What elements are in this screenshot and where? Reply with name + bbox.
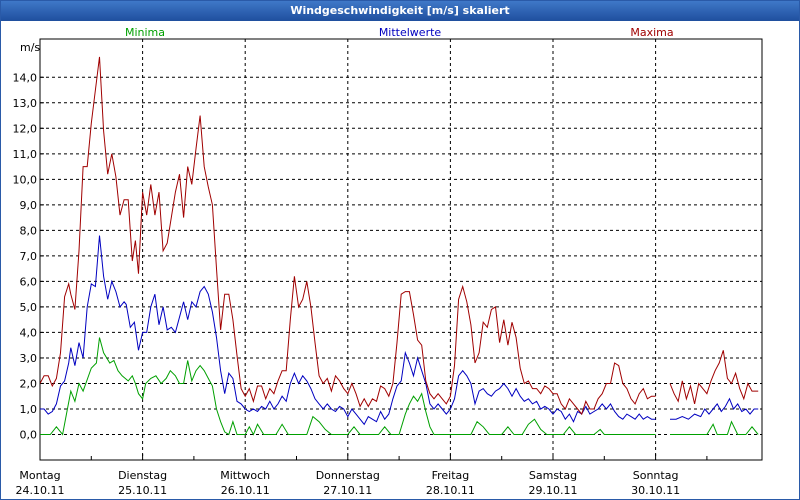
y-tick-label: 0,0 — [20, 428, 38, 441]
x-tick-date-label: 25.10.11 — [118, 484, 167, 497]
legend-minima: Minima — [125, 26, 165, 39]
x-tick-day-label: Sonntag — [633, 469, 679, 482]
grid — [40, 39, 762, 460]
series-line-maxima — [40, 56, 759, 416]
x-tick-date-label: 27.10.11 — [323, 484, 372, 497]
y-tick-label: 9,0 — [20, 199, 38, 212]
plot-area — [39, 38, 763, 461]
y-tick-label: 6,0 — [20, 275, 38, 288]
y-tick-label: 5,0 — [20, 301, 38, 314]
series-lines — [40, 56, 759, 436]
x-tick-day-label: Freitag — [432, 469, 470, 482]
y-tick-label: 7,0 — [20, 250, 38, 263]
legend-mittelwerte: Mittelwerte — [379, 26, 442, 39]
x-tick-day-label: Dienstag — [118, 469, 167, 482]
y-tick-label: 2,0 — [20, 377, 38, 390]
y-tick-label: 4,0 — [20, 326, 38, 339]
y-tick-label: 3,0 — [20, 352, 38, 365]
y-tick-label: 10,0 — [13, 173, 38, 186]
y-tick-label: 11,0 — [13, 148, 38, 161]
y-tick-label: 1,0 — [20, 403, 38, 416]
y-axis-label: m/s — [20, 41, 40, 54]
y-ticks: 0,0 1,0 2,0 3,0 4,0 5,0 6,0 7,0 8,0 9,0 10,0 11,0 12… — [13, 71, 44, 441]
y-tick-label: 12,0 — [13, 122, 38, 135]
series-line-mittelwerte — [40, 235, 759, 426]
chart-svg: m/s Minima Mittelwerte Maxima 0,0 1,0 2,0 3… — [13, 26, 763, 497]
y-tick-label: 13,0 — [13, 97, 38, 110]
series-line-minima — [40, 337, 759, 436]
x-tick-date-label: 24.10.11 — [16, 484, 65, 497]
y-tick-label: 14,0 — [13, 71, 38, 84]
y-tick-label: 8,0 — [20, 224, 38, 237]
x-tick-day-label: Mittwoch — [220, 469, 270, 482]
x-tick-date-label: 28.10.11 — [426, 484, 475, 497]
legend-maxima: Maxima — [630, 26, 673, 39]
x-tick-date-label: 29.10.11 — [529, 484, 578, 497]
x-tick-date-label: 30.10.11 — [631, 484, 680, 497]
x-tick-day-label: Montag — [19, 469, 60, 482]
x-tick-date-label: 26.10.11 — [221, 484, 270, 497]
x-tick-day-label: Donnerstag — [316, 469, 380, 482]
x-tick-day-label: Samstag — [529, 469, 577, 482]
